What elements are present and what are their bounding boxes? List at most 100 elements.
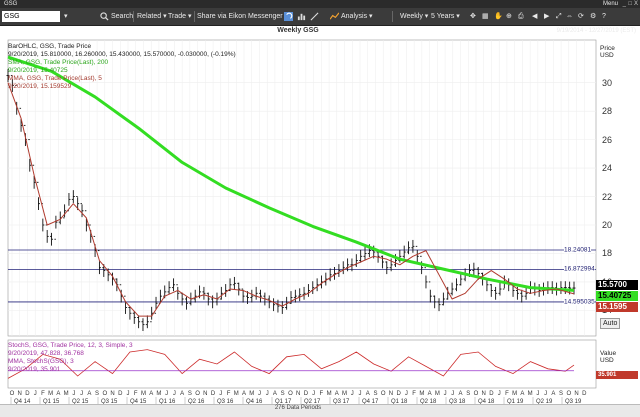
month-tick-label: J: [258, 391, 261, 397]
month-tick-label: N: [574, 391, 578, 397]
month-tick-label: O: [566, 391, 571, 397]
month-tick-label: S: [281, 391, 285, 397]
month-tick-label: O: [195, 391, 200, 397]
value-axis-header: Value USD: [600, 350, 616, 364]
month-tick-label: J: [34, 391, 37, 397]
month-tick-label: A: [459, 391, 463, 397]
month-tick-label: A: [180, 391, 184, 397]
chart-title: Weekly GSG: [277, 27, 319, 34]
month-tick-label: A: [551, 391, 555, 397]
month-tick-label: N: [203, 391, 207, 397]
legend-sma-name: SMA, GSG, Trade Price(Last), 200: [8, 59, 109, 66]
month-tick-label: M: [48, 391, 53, 397]
month-tick-label: F: [227, 391, 231, 397]
price-tick-label: 20: [602, 220, 613, 230]
price-tick-label: 24: [602, 163, 613, 174]
month-tick-label: M: [249, 391, 254, 397]
month-tick-label: J: [498, 391, 501, 397]
legend-stoch-values: 9/20/2019, 47.828, 36.768: [8, 350, 84, 357]
month-tick-label: N: [389, 391, 393, 397]
month-tick-label: D: [25, 391, 30, 397]
data-periods-label: 276 Data Periods: [274, 405, 322, 411]
price-axis-label: Price: [600, 45, 615, 52]
month-tick-label: A: [56, 391, 60, 397]
month-tick-label: J: [405, 391, 408, 397]
month-tick-label: J: [80, 391, 83, 397]
month-tick-label: J: [444, 391, 447, 397]
month-tick-label: M: [234, 391, 239, 397]
legend-bar-name: BarOHLC, GSG, Trade Price: [8, 43, 92, 50]
mma-price-tag: 15.1595: [596, 302, 638, 312]
month-tick-label: F: [412, 391, 416, 397]
month-tick-label: O: [288, 391, 293, 397]
month-tick-label: S: [95, 391, 99, 397]
month-tick-label: F: [41, 391, 45, 397]
value-axis-label: Value: [600, 350, 617, 357]
month-tick-label: J: [544, 391, 547, 397]
month-tick-label: A: [87, 391, 91, 397]
month-tick-label: D: [118, 391, 123, 397]
month-tick-label: J: [219, 391, 222, 397]
month-tick-label: M: [64, 391, 69, 397]
month-tick-label: N: [110, 391, 114, 397]
month-tick-label: J: [359, 391, 362, 397]
month-tick-label: A: [273, 391, 277, 397]
month-tick-label: N: [296, 391, 300, 397]
price-tick-label: 30: [602, 77, 613, 88]
month-tick-label: S: [466, 391, 470, 397]
month-tick-label: J: [173, 391, 176, 397]
month-tick-label: J: [451, 391, 454, 397]
month-tick-label: J: [127, 391, 130, 397]
month-tick-label: D: [489, 391, 494, 397]
month-tick-label: A: [149, 391, 153, 397]
legend-sma-values: 9/20/2019, 15.40725: [8, 67, 68, 74]
level-label: 16.872994: [564, 265, 595, 273]
month-tick-label: O: [381, 391, 386, 397]
level-label: 14.595035: [564, 298, 595, 306]
month-tick-label: A: [335, 391, 339, 397]
month-tick-label: D: [304, 391, 309, 397]
month-tick-label: J: [351, 391, 354, 397]
price-axis-unit: USD: [600, 52, 614, 59]
month-tick-label: A: [520, 391, 524, 397]
month-tick-label: M: [435, 391, 440, 397]
price-tick-label: 18: [602, 248, 613, 259]
legend-mma-stoch-name: MMA, StochS(GSG), 3: [8, 358, 74, 365]
month-tick-label: D: [211, 391, 216, 397]
month-tick-label: F: [319, 391, 323, 397]
legend-price: BarOHLC, GSG, Trade Price 9/20/2019, 15.…: [8, 43, 236, 91]
level-label: 18.24081: [564, 246, 592, 254]
month-tick-label: J: [266, 391, 269, 397]
legend-stoch: StochS, GSG, Trade Price, 12, 3, Simple,…: [8, 342, 133, 374]
stoch-mma-tag: 35.901: [596, 371, 638, 379]
month-tick-label: M: [156, 391, 161, 397]
month-tick-label: S: [188, 391, 192, 397]
price-tick-label: 26: [602, 134, 613, 145]
value-axis-unit: USD: [600, 357, 614, 364]
price-tick-label: 28: [602, 106, 613, 117]
month-tick-label: O: [474, 391, 479, 397]
auto-scale-button[interactable]: Auto: [600, 318, 621, 329]
month-tick-label: J: [312, 391, 315, 397]
month-tick-label: N: [482, 391, 486, 397]
month-tick-label: J: [72, 391, 75, 397]
month-tick-label: A: [428, 391, 432, 397]
sma-price-tag: 15.40725: [596, 291, 638, 301]
legend-mma-values: 9/20/2019, 15.159529: [8, 83, 72, 90]
legend-stoch-name: StochS, GSG, Trade Price, 12, 3, Simple,…: [8, 342, 133, 349]
price-axis-header: Price USD: [600, 45, 615, 59]
month-tick-label: J: [536, 391, 539, 397]
month-tick-label: F: [505, 391, 509, 397]
month-tick-label: J: [165, 391, 168, 397]
month-tick-label: M: [512, 391, 517, 397]
month-tick-label: M: [141, 391, 146, 397]
month-tick-label: M: [419, 391, 424, 397]
month-tick-label: D: [396, 391, 401, 397]
month-tick-label: M: [342, 391, 347, 397]
price-tick-label: 22: [602, 191, 613, 202]
month-tick-label: A: [242, 391, 246, 397]
month-tick-label: D: [582, 391, 587, 397]
month-tick-label: O: [10, 391, 15, 397]
month-tick-label: N: [18, 391, 22, 397]
month-tick-label: S: [559, 391, 563, 397]
